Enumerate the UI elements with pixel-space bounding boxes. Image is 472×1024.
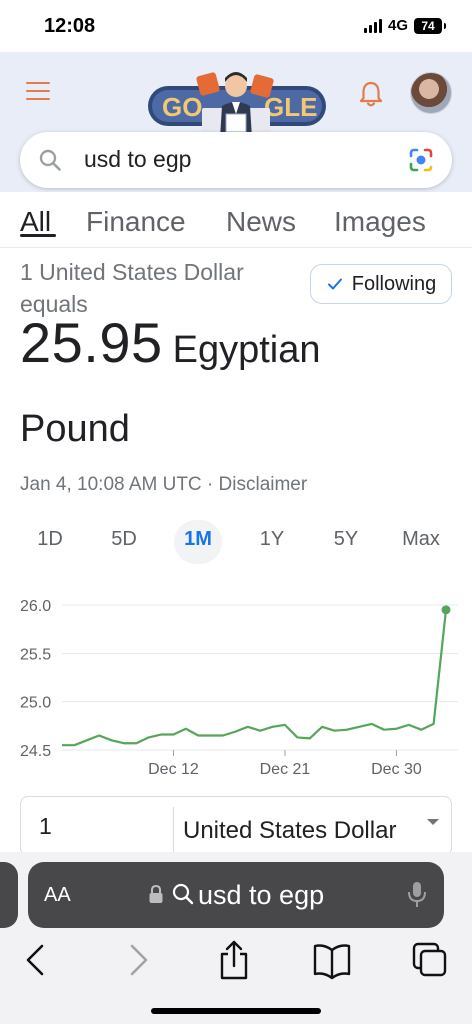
dropdown-caret-icon[interactable]	[427, 819, 439, 825]
range-5y[interactable]: 5Y	[334, 528, 358, 551]
tab-news[interactable]: News	[226, 206, 296, 238]
back-chevron-icon[interactable]	[16, 938, 56, 982]
range-selector: 1D 5D 1M 1Y 5Y Max	[0, 520, 472, 564]
rate-value: 25.95	[20, 311, 163, 374]
range-5d[interactable]: 5D	[111, 528, 137, 551]
rate-timestamp: Jan 4, 10:08 AM UTC · Disclaimer	[20, 474, 308, 495]
following-label: Following	[351, 272, 437, 295]
y-tick-label: 25.0	[20, 695, 51, 712]
status-time: 12:08	[44, 15, 96, 37]
search-input[interactable]: usd to egp	[20, 132, 452, 188]
search-header: GO GLE usd to egp	[0, 52, 472, 192]
search-icon	[172, 883, 194, 905]
google-lens-icon[interactable]	[408, 147, 434, 173]
microphone-icon[interactable]	[406, 880, 428, 910]
checkmark-icon	[327, 278, 342, 290]
tab-finance[interactable]: Finance	[86, 206, 186, 238]
y-tick-label: 24.5	[20, 743, 51, 760]
forward-chevron-icon[interactable]	[118, 938, 158, 982]
tabs-icon[interactable]	[410, 938, 450, 982]
previous-tab-preview[interactable]	[0, 862, 18, 928]
range-1m[interactable]: 1M	[184, 528, 212, 551]
active-tab-indicator	[20, 234, 56, 237]
status-bar: 12:08 4G 74	[0, 0, 472, 52]
safari-address-bar[interactable]: AA usd to egp	[28, 862, 444, 928]
network-label: 4G	[387, 17, 408, 34]
y-tick-label: 26.0	[20, 598, 51, 615]
range-1d[interactable]: 1D	[37, 528, 63, 551]
menu-icon[interactable]	[26, 82, 50, 100]
current-point-marker	[441, 605, 451, 615]
safari-toolbar	[0, 938, 472, 988]
search-icon	[39, 149, 61, 171]
google-doodle-logo[interactable]: GO GLE	[146, 68, 328, 138]
currency-converter: 1 United States Dollar	[20, 796, 452, 856]
battery-level: 74	[421, 18, 435, 33]
account-avatar[interactable]	[410, 72, 452, 114]
exchange-rate: 25.95 Egyptian	[20, 310, 321, 380]
x-tick-label: Dec 12	[148, 761, 199, 778]
currency-select[interactable]: United States Dollar	[183, 817, 396, 845]
y-tick-label: 25.5	[20, 646, 51, 663]
lock-icon	[149, 884, 163, 903]
amount-input[interactable]: 1	[39, 813, 52, 840]
address-text: usd to egp	[198, 880, 325, 910]
exchange-rate-chart[interactable]: 26.0 25.5 25.0 24.5 Dec 12 Dec 21 Dec 30	[0, 590, 472, 790]
rate-currency-line2: Pound	[20, 408, 130, 450]
tab-images[interactable]: Images	[334, 206, 426, 238]
bookmarks-icon[interactable]	[312, 938, 352, 982]
search-tabs: All Finance News Images	[0, 192, 472, 248]
notifications-bell-icon[interactable]	[358, 80, 384, 108]
svg-text:GLE: GLE	[264, 92, 317, 122]
status-indicators: 4G 74	[363, 17, 446, 34]
battery-icon: 74	[414, 17, 446, 34]
x-tick-label: Dec 21	[260, 761, 311, 778]
rate-currency-line1: Egyptian	[172, 329, 321, 371]
following-button[interactable]: Following	[310, 264, 452, 304]
share-icon[interactable]	[214, 938, 254, 982]
range-1y[interactable]: 1Y	[260, 528, 284, 551]
safari-bottom-bar: AA usd to egp	[0, 852, 472, 1024]
range-max[interactable]: Max	[402, 528, 440, 551]
x-tick-label: Dec 30	[371, 761, 422, 778]
home-indicator	[151, 1008, 321, 1014]
svg-text:GO: GO	[162, 92, 202, 122]
text-size-button[interactable]: AA	[44, 884, 71, 907]
search-query: usd to egp	[84, 146, 192, 172]
converter-divider	[173, 807, 174, 855]
rate-series-line	[62, 609, 448, 747]
signal-icon	[363, 18, 382, 33]
